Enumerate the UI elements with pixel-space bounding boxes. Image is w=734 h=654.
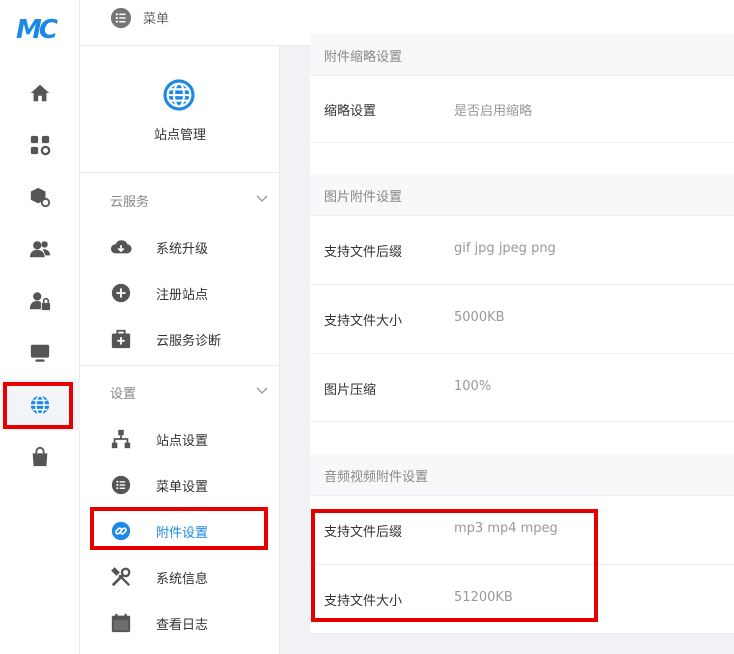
brand-logo: MC	[16, 15, 61, 42]
menu-item-view-logs[interactable]: 查看日志	[80, 600, 280, 646]
menu-item-menu-settings[interactable]: 菜单设置	[80, 462, 280, 508]
shopping-bag-icon	[32, 446, 48, 467]
section-thumbnail-header: 附件缩略设置	[310, 34, 734, 76]
user-lock-icon	[29, 292, 51, 311]
section-title: 图片附件设置	[324, 190, 403, 205]
row-value[interactable]: 5000KB	[454, 310, 505, 325]
cloud-download-icon	[110, 240, 132, 254]
rail-item-display[interactable]	[0, 327, 80, 379]
rail-item-user-permissions[interactable]	[0, 275, 80, 327]
menu-label: 系统信息	[156, 572, 209, 587]
menu-item-system-info[interactable]: 系统信息	[80, 554, 280, 600]
row-label: 支持文件后缀	[324, 245, 403, 260]
menu-list-icon[interactable]	[110, 7, 132, 29]
sitemap-icon	[111, 429, 131, 449]
users-icon	[29, 241, 51, 258]
settings-row[interactable]: 支持文件大小 5000KB	[310, 285, 734, 354]
row-label: 支持文件大小	[324, 314, 403, 329]
menu-label: 站点设置	[156, 434, 209, 449]
menu-item-system-upgrade[interactable]: 系统升级	[80, 224, 280, 270]
settings-row[interactable]: 图片压缩 100%	[310, 354, 734, 422]
section-media-header: 音频视频附件设置	[310, 454, 734, 496]
icon-rail: MC	[0, 0, 80, 654]
chevron-down-icon	[256, 387, 268, 394]
monitor-icon	[30, 344, 50, 362]
highlight-menu-attachment	[90, 507, 268, 550]
section-gap	[310, 143, 734, 175]
group-settings[interactable]: 设置	[80, 366, 280, 416]
sidebar: 站点管理 云服务 系统升级 注册站点 云服务诊断 设置 站点设置 菜单设置 附件…	[80, 46, 280, 654]
row-value[interactable]: gif jpg jpeg png	[454, 241, 556, 256]
calendar-icon	[111, 613, 131, 633]
medical-kit-icon	[111, 329, 131, 349]
site-title: 站点管理	[153, 128, 206, 143]
group-cloud-service[interactable]: 云服务	[80, 174, 280, 224]
menu-item-site-settings[interactable]: 站点设置	[80, 416, 280, 462]
list-icon	[111, 475, 131, 495]
menu-item-cloud-diagnosis[interactable]: 云服务诊断	[80, 316, 280, 362]
highlight-media-settings	[311, 509, 598, 622]
home-icon	[30, 84, 50, 102]
globe-icon	[163, 79, 195, 111]
svg-text:MC: MC	[16, 15, 58, 42]
row-label: 图片压缩	[324, 383, 377, 398]
row-label: 缩略设置	[324, 104, 377, 119]
section-image-header: 图片附件设置	[310, 174, 734, 216]
section-title: 附件缩略设置	[324, 50, 403, 65]
site-card: 站点管理	[80, 46, 280, 173]
rail-item-home[interactable]	[0, 67, 80, 119]
section-gap	[310, 422, 734, 454]
menu-label: 系统升级	[156, 242, 209, 257]
menu-label: 查看日志	[156, 618, 209, 633]
highlight-rail-site	[3, 382, 73, 429]
rail-item-apps[interactable]	[0, 119, 80, 171]
settings-row[interactable]: 支持文件后缀 gif jpg jpeg png	[310, 216, 734, 285]
menu-label: 云服务诊断	[156, 334, 222, 349]
rail-item-modules[interactable]	[0, 171, 80, 223]
menu-item-register-site[interactable]: 注册站点	[80, 270, 280, 316]
menu-label: 菜单设置	[156, 480, 209, 495]
apps-settings-icon	[30, 135, 51, 156]
section-title: 音频视频附件设置	[324, 470, 429, 485]
chevron-down-icon	[256, 195, 268, 202]
settings-row[interactable]: 缩略设置 是否启用缩略	[310, 76, 734, 143]
group-label: 云服务	[110, 195, 150, 210]
group-label: 设置	[110, 387, 137, 402]
tools-icon	[111, 567, 131, 587]
package-settings-icon	[30, 187, 51, 208]
rail-item-shop[interactable]	[0, 431, 80, 483]
plus-circle-icon	[111, 283, 131, 303]
row-value[interactable]: 100%	[454, 379, 491, 394]
rail-item-users[interactable]	[0, 223, 80, 275]
row-value[interactable]: 是否启用缩略	[454, 100, 532, 119]
menu-label: 注册站点	[156, 288, 209, 303]
menu-label[interactable]: 菜单	[143, 8, 169, 27]
